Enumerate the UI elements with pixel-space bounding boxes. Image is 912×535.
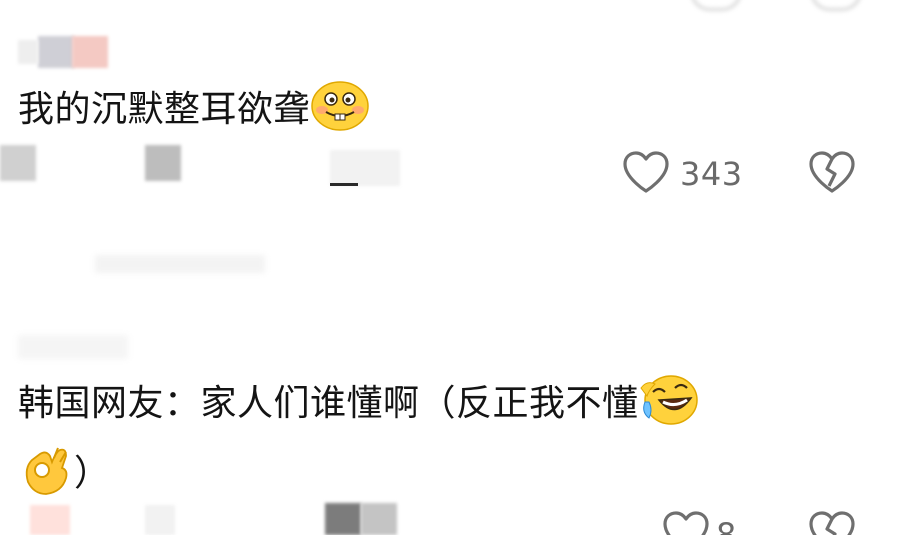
redacted-meta	[30, 505, 70, 535]
redacted-username	[72, 36, 108, 68]
redacted-meta	[145, 145, 181, 181]
like-count: 8	[716, 516, 737, 535]
comment-text: 韩国网友：家人们谁懂啊（反正我不懂	[18, 383, 639, 425]
comment-text: 我的沉默整耳欲聋	[18, 89, 311, 131]
redacted-meta	[361, 503, 397, 535]
like-action[interactable]: 343	[622, 150, 743, 198]
redacted-meta-underline	[330, 183, 358, 186]
redacted-username	[18, 40, 38, 64]
like-action[interactable]: 8	[662, 510, 737, 535]
comment-feed: 我的沉默整耳欲聋 343 韩国网友：家人们谁懂啊（反正我不懂 ） 8	[0, 0, 912, 535]
comment-line-2: ）	[18, 442, 699, 508]
rofl-emoji-icon	[639, 374, 699, 436]
redacted-meta	[0, 145, 36, 181]
dislike-action[interactable]	[808, 150, 856, 198]
heart-outline-icon[interactable]	[662, 510, 710, 535]
broken-heart-icon[interactable]	[808, 510, 856, 535]
heart-outline-icon[interactable]	[622, 150, 670, 198]
redacted-reply	[95, 255, 265, 273]
comment-line-1: 韩国网友：家人们谁懂啊（反正我不懂	[18, 374, 699, 436]
redacted-meta	[145, 505, 175, 535]
comment-text-closing: ）	[74, 453, 111, 495]
ok-hand-emoji-icon	[18, 442, 74, 508]
top-cutoff-icon-left[interactable]	[690, 0, 742, 11]
comment-body: 韩国网友：家人们谁懂啊（反正我不懂 ）	[18, 374, 699, 508]
top-cutoff-icon-right[interactable]	[810, 0, 862, 11]
broken-heart-icon[interactable]	[808, 150, 856, 198]
redacted-username	[38, 36, 74, 68]
redacted-meta	[325, 503, 361, 535]
grinning-buck-tooth-emoji-icon	[310, 80, 370, 142]
dislike-action[interactable]	[808, 510, 856, 535]
comment-body: 我的沉默整耳欲聋	[18, 80, 370, 142]
redacted-username	[18, 335, 128, 359]
redacted-meta	[330, 150, 400, 186]
like-count: 343	[680, 155, 743, 193]
